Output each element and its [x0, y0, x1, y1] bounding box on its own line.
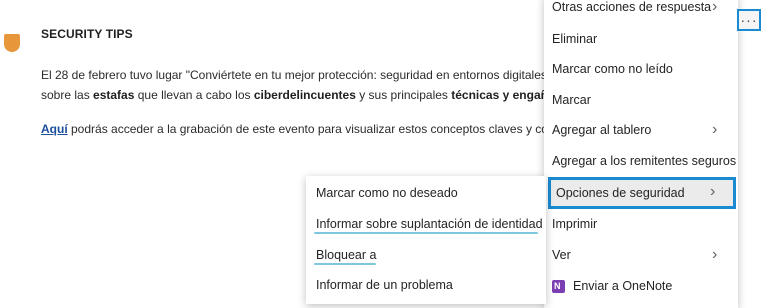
submenu-item-block[interactable]: Bloquear a [306, 240, 546, 270]
more-actions-menu: Otras acciones de respuesta › Eliminar M… [544, 0, 738, 308]
chevron-right-icon: › [712, 121, 718, 138]
menu-item-label: Agregar a los remitentes seguros [552, 154, 737, 168]
menu-item-delete[interactable]: Eliminar [544, 24, 738, 54]
menu-item-label: Marcar [552, 93, 591, 107]
email-text: que llevan a cabo los [134, 88, 254, 102]
menu-item-label: Informar de un problema [316, 278, 453, 292]
security-options-submenu: Marcar como no deseado Informar sobre su… [306, 176, 546, 304]
email-text: El 28 de febrero tuvo lugar "Conviértete… [41, 68, 589, 82]
menu-item-label: Marcar como no leído [552, 62, 673, 76]
onenote-icon [552, 279, 565, 293]
menu-item-mark-unread[interactable]: Marcar como no leído [544, 54, 738, 84]
menu-item-label: Informar sobre suplantación de identidad [316, 217, 543, 231]
chevron-right-icon: › [710, 183, 716, 200]
menu-item-label: Otras acciones de respuesta [552, 0, 712, 14]
menu-item-send-to-onenote[interactable]: Enviar a OneNote [544, 271, 738, 301]
menu-item-label: Agregar al tablero [552, 123, 652, 137]
menu-item-print[interactable]: Imprimir [544, 209, 738, 239]
menu-item-label: Enviar a OneNote [573, 279, 673, 293]
email-bold-text: estafas [93, 88, 135, 102]
menu-item-label: Bloquear a [316, 248, 377, 262]
menu-item-security-options[interactable]: Opciones de seguridad › [548, 177, 736, 209]
underline-mark [314, 263, 376, 265]
menu-item-label: Opciones de seguridad [556, 186, 685, 200]
menu-item-flag[interactable]: Marcar [544, 85, 738, 115]
recording-link[interactable]: Aquí [41, 122, 68, 136]
menu-item-label: Ver [552, 248, 571, 262]
menu-item-other-reply-actions[interactable]: Otras acciones de respuesta › [544, 0, 738, 22]
menu-item-view[interactable]: Ver › [544, 240, 738, 270]
menu-item-label: Marcar como no deseado [316, 186, 458, 200]
email-text: podrás acceder a la grabación de este ev… [67, 122, 594, 136]
submenu-item-report-phishing[interactable]: Informar sobre suplantación de identidad [306, 209, 546, 239]
menu-item-label: Eliminar [552, 32, 598, 46]
menu-item-label: Imprimir [552, 217, 598, 231]
submenu-item-mark-junk[interactable]: Marcar como no deseado [306, 178, 546, 208]
menu-item-add-safe-senders[interactable]: Agregar a los remitentes seguros [544, 146, 738, 176]
email-title: SECURITY TIPS [41, 27, 133, 41]
email-bold-text: ciberdelincuentes [253, 88, 356, 102]
more-actions-button[interactable]: ··· [737, 9, 761, 31]
shield-icon [4, 34, 20, 52]
underline-mark [314, 232, 538, 234]
email-text: y sus principales [355, 88, 452, 102]
submenu-item-report-problem[interactable]: Informar de un problema [306, 270, 546, 300]
more-icon: ··· [740, 12, 758, 28]
menu-item-add-to-board[interactable]: Agregar al tablero › [544, 115, 738, 145]
chevron-right-icon: › [712, 0, 718, 15]
email-text: sobre las [41, 88, 94, 102]
chevron-right-icon: › [712, 246, 718, 263]
